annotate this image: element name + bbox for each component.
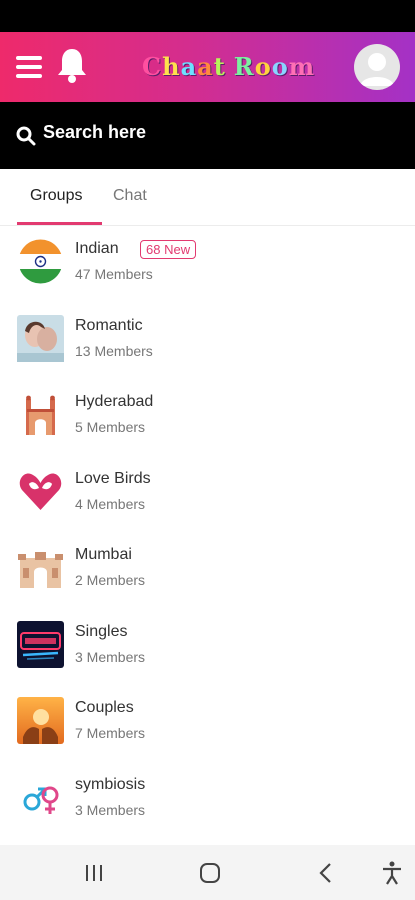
member-count: 2 Members (75, 572, 146, 588)
group-item-romantic[interactable]: Romantic 13 Members (0, 309, 415, 386)
india-flag-icon (18, 239, 63, 284)
group-name: Singles (75, 622, 128, 640)
logo-letter: h (162, 52, 181, 81)
search-bar[interactable]: Search here (0, 102, 415, 169)
group-item-love-birds[interactable]: Love Birds 4 Members (0, 462, 415, 539)
group-list: Indian 68 New 47 Members Romantic 13 Mem… (0, 232, 415, 844)
logo-letter: a (180, 52, 198, 81)
back-icon[interactable] (313, 860, 339, 886)
group-item-indian[interactable]: Indian 68 New 47 Members (0, 232, 415, 309)
group-name: Hyderabad (75, 393, 154, 410)
logo-letter: m (288, 52, 316, 81)
gender-symbols-icon (17, 773, 64, 821)
tab-bar: Groups Chat (0, 169, 415, 226)
group-name: Mumbai (75, 546, 132, 563)
group-item-symbiosis[interactable]: symbiosis 3 Members (0, 768, 415, 845)
hamburger-menu-icon[interactable] (16, 54, 42, 80)
status-bar (0, 0, 415, 32)
logo-letter: o (271, 52, 289, 81)
couple-sunset-icon (17, 697, 64, 744)
member-count: 5 Members (75, 419, 146, 435)
tab-chat[interactable]: Chat (113, 187, 147, 205)
profile-avatar-icon[interactable] (354, 44, 400, 90)
search-icon (16, 126, 36, 146)
system-nav-bar (0, 845, 415, 900)
group-name: symbiosis (75, 775, 146, 793)
charminar-icon (17, 391, 64, 438)
member-count: 3 Members (75, 648, 146, 665)
member-count: 3 Members (75, 801, 146, 818)
search-placeholder: Search here (43, 122, 147, 142)
logo-letter: a (197, 52, 214, 81)
member-count: 13 Members (75, 342, 153, 359)
active-tab-indicator (17, 222, 102, 225)
group-item-couples[interactable]: Couples 7 Members (0, 691, 415, 768)
group-item-hyderabad[interactable]: Hyderabad 5 Members (0, 385, 415, 462)
app-logo: Chaat Room (142, 52, 315, 82)
home-icon[interactable] (197, 860, 223, 886)
member-count: 7 Members (75, 725, 146, 741)
logo-letter: t (213, 52, 226, 81)
group-name: Love Birds (75, 469, 151, 487)
member-count: 4 Members (75, 495, 146, 512)
heart-doves-icon (17, 467, 64, 515)
logo-letter: o (254, 52, 272, 81)
notification-bell-icon[interactable] (54, 46, 90, 84)
logo-letter: R (233, 52, 255, 81)
group-item-singles[interactable]: Singles 3 Members (0, 615, 415, 692)
recent-apps-icon[interactable] (81, 860, 107, 886)
new-messages-badge: 68 New (140, 240, 197, 259)
accessibility-icon[interactable] (379, 860, 405, 886)
singles-neon-sign-icon (17, 620, 64, 668)
romantic-couple-photo (17, 314, 64, 362)
app-header: Chaat Room (0, 32, 415, 102)
gateway-of-india-icon (17, 544, 64, 591)
tab-groups[interactable]: Groups (30, 187, 82, 205)
group-name: Romantic (75, 316, 143, 334)
logo-letter: C (142, 52, 163, 81)
member-count: 47 Members (75, 266, 153, 282)
group-name: Couples (75, 699, 134, 716)
group-name: Indian (75, 240, 119, 257)
group-item-mumbai[interactable]: Mumbai 2 Members (0, 538, 415, 615)
